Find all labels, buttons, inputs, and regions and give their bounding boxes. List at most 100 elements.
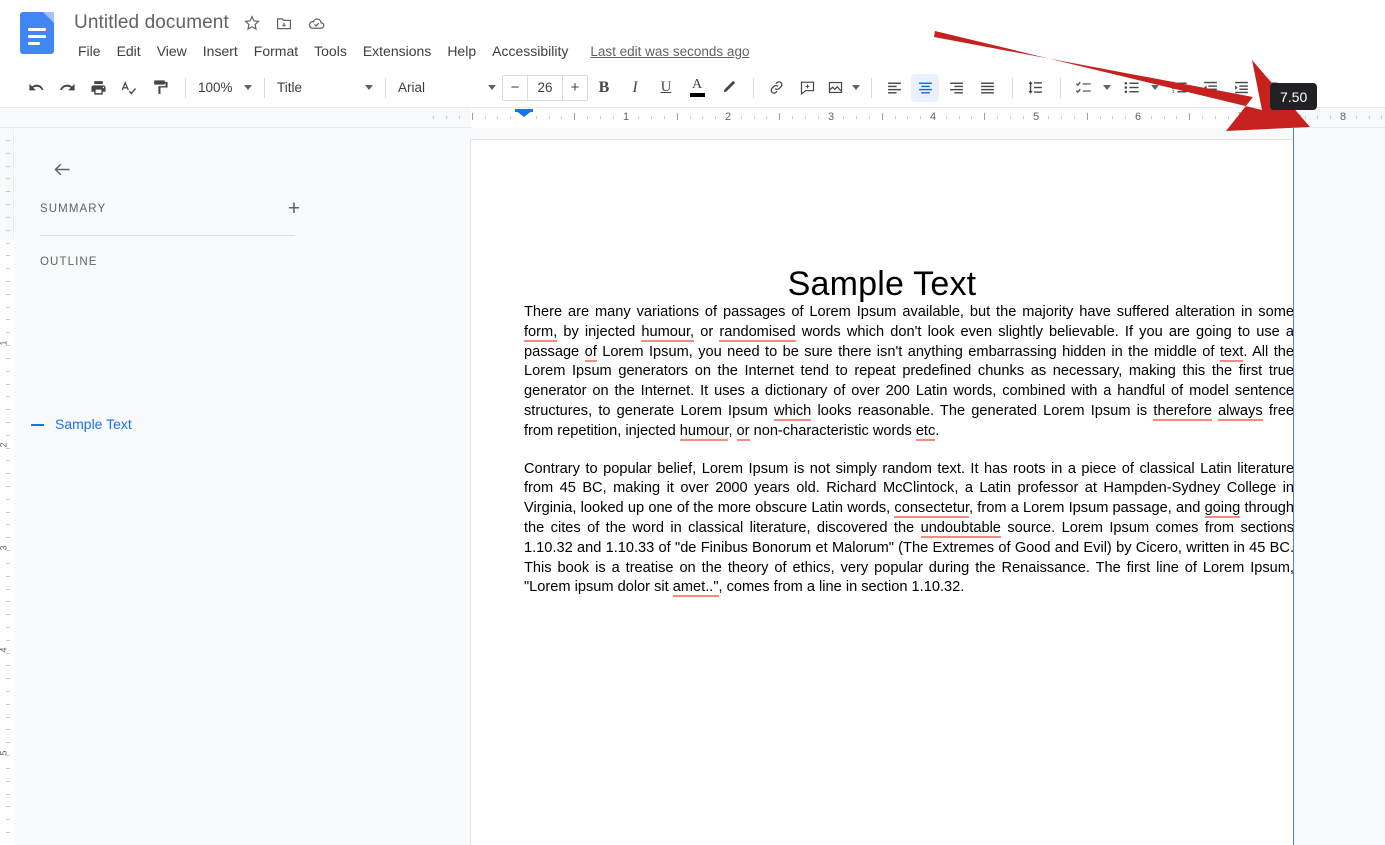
vruler-tick [6, 614, 10, 615]
menu-edit[interactable]: Edit [109, 40, 149, 62]
outline-item-sample-text[interactable]: Sample Text [55, 416, 132, 432]
vruler-tick [6, 524, 10, 525]
left-indent-marker[interactable] [515, 110, 533, 117]
redo-icon[interactable] [53, 74, 81, 102]
font-family-select[interactable]: Arial [394, 75, 500, 101]
italic-button[interactable]: I [621, 74, 649, 102]
checklist-icon[interactable] [1069, 74, 1097, 102]
zoom-select[interactable]: 100% [194, 75, 256, 101]
chevron-down-icon [852, 85, 860, 90]
menu-help[interactable]: Help [439, 40, 484, 62]
font-size-decrease-button[interactable]: − [503, 76, 527, 100]
spellcheck-word[interactable]: of [584, 343, 597, 362]
align-center-icon[interactable] [911, 73, 939, 102]
chevron-down-icon [365, 85, 373, 90]
spellcheck-word[interactable]: etc [915, 422, 936, 441]
spellcheck-word[interactable]: or [736, 422, 750, 441]
paragraph-2[interactable]: Contrary to popular belief, Lorem Ipsum … [524, 460, 1294, 599]
align-right-icon[interactable] [942, 74, 970, 102]
spellcheck-word[interactable]: text [1219, 343, 1244, 362]
document-page[interactable]: Sample Text There are many variations of… [471, 140, 1294, 845]
vruler-tick [6, 396, 10, 397]
vruler-tick [6, 576, 10, 577]
font-size-input[interactable]: 26 [527, 75, 563, 100]
toolbar-divider [385, 77, 386, 98]
vruler-tick [6, 794, 10, 795]
document-body[interactable]: There are many variations of passages of… [524, 303, 1294, 616]
saved-to-drive-icon[interactable] [307, 14, 326, 33]
docs-icon [20, 12, 54, 54]
bulleted-list-icon[interactable] [1117, 74, 1145, 102]
print-icon[interactable] [84, 74, 112, 102]
vruler-tick [6, 140, 10, 141]
menu-tools[interactable]: Tools [306, 40, 355, 62]
spellcheck-word[interactable]: randomised [719, 323, 796, 342]
font-size-increase-button[interactable]: + [563, 76, 587, 100]
paragraph-style-select[interactable]: Title [273, 75, 377, 101]
spellcheck-word[interactable]: form, [524, 323, 558, 342]
menu-file[interactable]: File [74, 40, 109, 62]
spellcheck-word[interactable]: undoubtable [920, 519, 1001, 538]
spellcheck-word[interactable]: amet.. [672, 579, 714, 598]
vertical-ruler[interactable]: 1 2 3 4 5 [0, 128, 14, 845]
insert-image-icon[interactable] [824, 74, 846, 102]
align-left-icon[interactable] [880, 74, 908, 102]
undo-icon[interactable] [22, 74, 50, 102]
numbered-list-icon[interactable]: 123 [1165, 74, 1193, 102]
ruler-tick [1369, 116, 1370, 119]
vruler-tick [6, 704, 10, 705]
spellcheck-word[interactable]: always [1218, 402, 1263, 421]
menu-accessibility[interactable]: Accessibility [484, 40, 576, 62]
text-color-button[interactable]: A [683, 74, 711, 102]
ruler-tick [472, 113, 473, 120]
vruler-tick [6, 217, 10, 218]
menu-format[interactable]: Format [246, 40, 306, 62]
menu-view[interactable]: View [149, 40, 195, 62]
spellcheck-word[interactable]: humour [679, 422, 729, 441]
spellcheck-word[interactable]: humour, [641, 323, 695, 342]
spell-check-icon[interactable] [115, 74, 143, 102]
paragraph-1[interactable]: There are many variations of passages of… [524, 303, 1294, 442]
menu-insert[interactable]: Insert [195, 40, 246, 62]
horizontal-ruler[interactable]: 1 2 3 4 5 6 7 8 [0, 108, 1385, 128]
highlight-pen-icon[interactable] [714, 74, 742, 102]
increase-indent-icon[interactable] [1227, 74, 1255, 102]
add-summary-button[interactable]: + [280, 195, 308, 223]
menu-extensions[interactable]: Extensions [355, 40, 439, 62]
underline-button[interactable]: U [652, 74, 680, 102]
spellcheck-word[interactable]: " [713, 579, 719, 598]
vruler-tick [6, 409, 10, 410]
ruler-tick [1087, 113, 1088, 120]
spellcheck-word[interactable]: consectetur [894, 500, 970, 519]
vruler-tick [6, 537, 10, 538]
spellcheck-word[interactable]: which [773, 402, 812, 421]
insert-image-dropdown[interactable] [849, 74, 863, 102]
document-heading[interactable]: Sample Text [471, 265, 1293, 304]
bold-button[interactable]: B [590, 74, 618, 102]
document-title[interactable]: Untitled document [74, 12, 229, 34]
add-comment-icon[interactable] [793, 74, 821, 102]
move-to-folder-icon[interactable] [275, 14, 293, 32]
vruler-tick [6, 563, 10, 564]
ruler-tick [766, 116, 767, 119]
link-icon[interactable] [762, 74, 790, 102]
ruler-tick [1061, 116, 1062, 119]
paint-format-icon[interactable] [146, 74, 174, 102]
ruler-tick [792, 116, 793, 119]
star-icon[interactable] [243, 14, 261, 32]
back-arrow-icon[interactable] [45, 152, 79, 186]
bulleted-list-dropdown[interactable] [1148, 74, 1162, 102]
last-edit-status[interactable]: Last edit was seconds ago [590, 44, 749, 59]
ruler-tick [702, 116, 703, 119]
spellcheck-word[interactable]: therefore [1153, 402, 1212, 421]
ruler-tick [779, 113, 780, 120]
line-spacing-icon[interactable] [1021, 74, 1049, 102]
ruler-tick [433, 116, 434, 119]
decrease-indent-icon[interactable] [1196, 74, 1224, 102]
text-color-swatch [689, 93, 705, 97]
right-indent-marker[interactable] [1285, 115, 1301, 123]
spellcheck-word[interactable]: going [1204, 500, 1241, 519]
checklist-dropdown[interactable] [1100, 74, 1114, 102]
align-justify-icon[interactable] [973, 74, 1001, 102]
ruler-number: 2 [724, 111, 732, 123]
